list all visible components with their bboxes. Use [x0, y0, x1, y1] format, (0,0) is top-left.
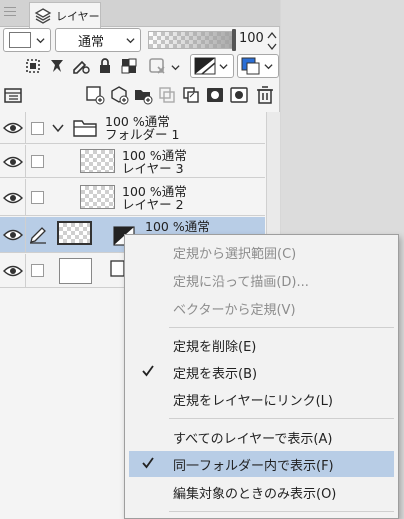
combine-with-layer-below-icon[interactable] — [180, 84, 202, 106]
menu-item-label: ベクターから定規(V) — [173, 302, 296, 318]
check-icon — [142, 365, 154, 377]
menu-item-delete-ruler[interactable]: 定規を削除(E) — [129, 332, 394, 358]
new-raster-layer-icon[interactable] — [84, 84, 106, 106]
menu-item-selection-from-ruler[interactable]: 定規から選択範囲(C) — [129, 239, 394, 265]
layer-select-checkbox[interactable] — [31, 191, 44, 204]
draft-layer-icon[interactable] — [70, 55, 92, 77]
ruler-range-dropdown[interactable] — [190, 54, 234, 78]
context-menu: 定規から選択範囲(C) 定規に沿って描画(D)... ベクターから定規(V) 定… — [124, 234, 399, 519]
palette-grip[interactable] — [4, 4, 16, 22]
tab-bar: レイヤー — [0, 0, 280, 28]
eye-icon[interactable] — [3, 155, 23, 169]
create-mask-icon[interactable] — [204, 84, 226, 106]
layer-thumbnail — [57, 221, 92, 245]
chevron-down-icon — [126, 37, 135, 43]
menu-separator — [169, 327, 394, 328]
menu-separator — [169, 418, 394, 419]
layer-row-layer3[interactable]: 100 %通常 レイヤー 3 — [0, 145, 265, 178]
layer-property-icon[interactable] — [2, 84, 24, 106]
menu-item-ruler-from-vector[interactable]: ベクターから定規(V) — [129, 295, 394, 321]
menu-item-label: 定規から選択範囲(C) — [173, 246, 297, 262]
opacity-spin-icon[interactable] — [266, 30, 278, 52]
check-icon — [142, 457, 154, 469]
layer-color-dropdown[interactable] — [3, 28, 51, 52]
eye-icon[interactable] — [3, 228, 23, 242]
layer-name: フォルダー 1 — [105, 127, 180, 142]
chevron-down-icon — [219, 63, 228, 69]
opacity-slider[interactable] — [148, 29, 236, 51]
chevron-down-icon — [36, 37, 45, 43]
layer-color-icon — [241, 57, 260, 75]
mask-dropdown[interactable] — [168, 56, 182, 78]
layer-thumbnail — [80, 185, 115, 209]
menu-item-show-only-when-editing[interactable]: 編集対象のときのみ表示(O) — [129, 479, 394, 505]
row-divider — [25, 145, 26, 177]
layer-select-checkbox[interactable] — [31, 122, 44, 135]
folder-icon — [73, 120, 97, 137]
menu-item-label: 定規を表示(B) — [173, 366, 258, 382]
blend-mode-dropdown[interactable]: 通常 — [55, 28, 141, 52]
mask-icon[interactable] — [146, 55, 168, 77]
lock-transparent-icon[interactable] — [118, 55, 140, 77]
layer-blend-label: 100 %通常 — [145, 219, 210, 234]
clip-to-layer-below-icon[interactable] — [22, 55, 44, 77]
layer-row-folder[interactable]: 100 %通常 フォルダー 1 — [0, 112, 265, 144]
eye-icon[interactable] — [3, 264, 23, 278]
pen-icon[interactable] — [29, 226, 47, 244]
menu-item-show-ruler[interactable]: 定規を表示(B) — [129, 359, 394, 385]
menu-item-show-all-layers[interactable]: すべてのレイヤーで表示(A) — [129, 424, 394, 450]
layers-icon — [34, 7, 52, 24]
paper-thumbnail — [59, 258, 92, 284]
layer-color-dropdown-2[interactable] — [237, 54, 279, 78]
eye-icon[interactable] — [3, 121, 23, 135]
layer-name: レイヤー 2 — [122, 197, 184, 212]
eye-icon[interactable] — [3, 191, 23, 205]
opacity-value[interactable]: 100 — [239, 31, 264, 46]
opacity-slider-knob[interactable] — [232, 29, 236, 51]
layer-select-checkbox[interactable] — [31, 155, 44, 168]
new-folder-icon[interactable] — [132, 84, 154, 106]
menu-item-link-ruler-to-layer[interactable]: 定規をレイヤーにリンク(L) — [129, 386, 394, 412]
layer-row-layer2[interactable]: 100 %通常 レイヤー 2 — [0, 179, 265, 216]
layer-select-checkbox[interactable] — [31, 264, 44, 277]
row-divider — [25, 179, 26, 215]
menu-separator — [169, 511, 394, 512]
tab-layer[interactable]: レイヤー — [29, 2, 101, 28]
menu-item-show-in-same-folder[interactable]: 同一フォルダー内で表示(F) — [129, 451, 394, 477]
menu-item-label: 定規に沿って描画(D)... — [173, 274, 309, 290]
menu-item-label: 編集対象のときのみ表示(O) — [173, 486, 337, 502]
menu-item-label: 定規をレイヤーにリンク(L) — [173, 393, 333, 409]
menu-item-label: 同一フォルダー内で表示(F) — [173, 458, 334, 474]
apply-mask-icon[interactable] — [228, 84, 250, 106]
chevron-down-icon — [264, 63, 273, 69]
layer-color-swatch — [9, 32, 31, 48]
layer-thumbnail — [80, 149, 115, 173]
row-divider — [25, 112, 26, 143]
reference-layer-icon[interactable] — [46, 55, 68, 77]
row-divider — [25, 217, 26, 252]
tab-layer-label: レイヤー — [56, 9, 100, 23]
transfer-to-lower-layer-icon[interactable] — [156, 84, 178, 106]
row-divider — [25, 254, 26, 287]
new-vector-layer-icon[interactable] — [108, 84, 130, 106]
lock-icon[interactable] — [94, 55, 116, 77]
chevron-down-icon[interactable] — [52, 123, 64, 133]
layer-name: レイヤー 3 — [122, 161, 184, 176]
ruler-range-icon — [194, 57, 216, 75]
menu-item-label: 定規を削除(E) — [173, 339, 257, 355]
menu-item-label: すべてのレイヤーで表示(A) — [173, 431, 333, 447]
trash-icon[interactable] — [254, 84, 276, 106]
menu-item-draw-along-ruler[interactable]: 定規に沿って描画(D)... — [129, 267, 394, 293]
blend-mode-value: 通常 — [78, 34, 105, 50]
opacity-slider-fill — [149, 32, 233, 48]
